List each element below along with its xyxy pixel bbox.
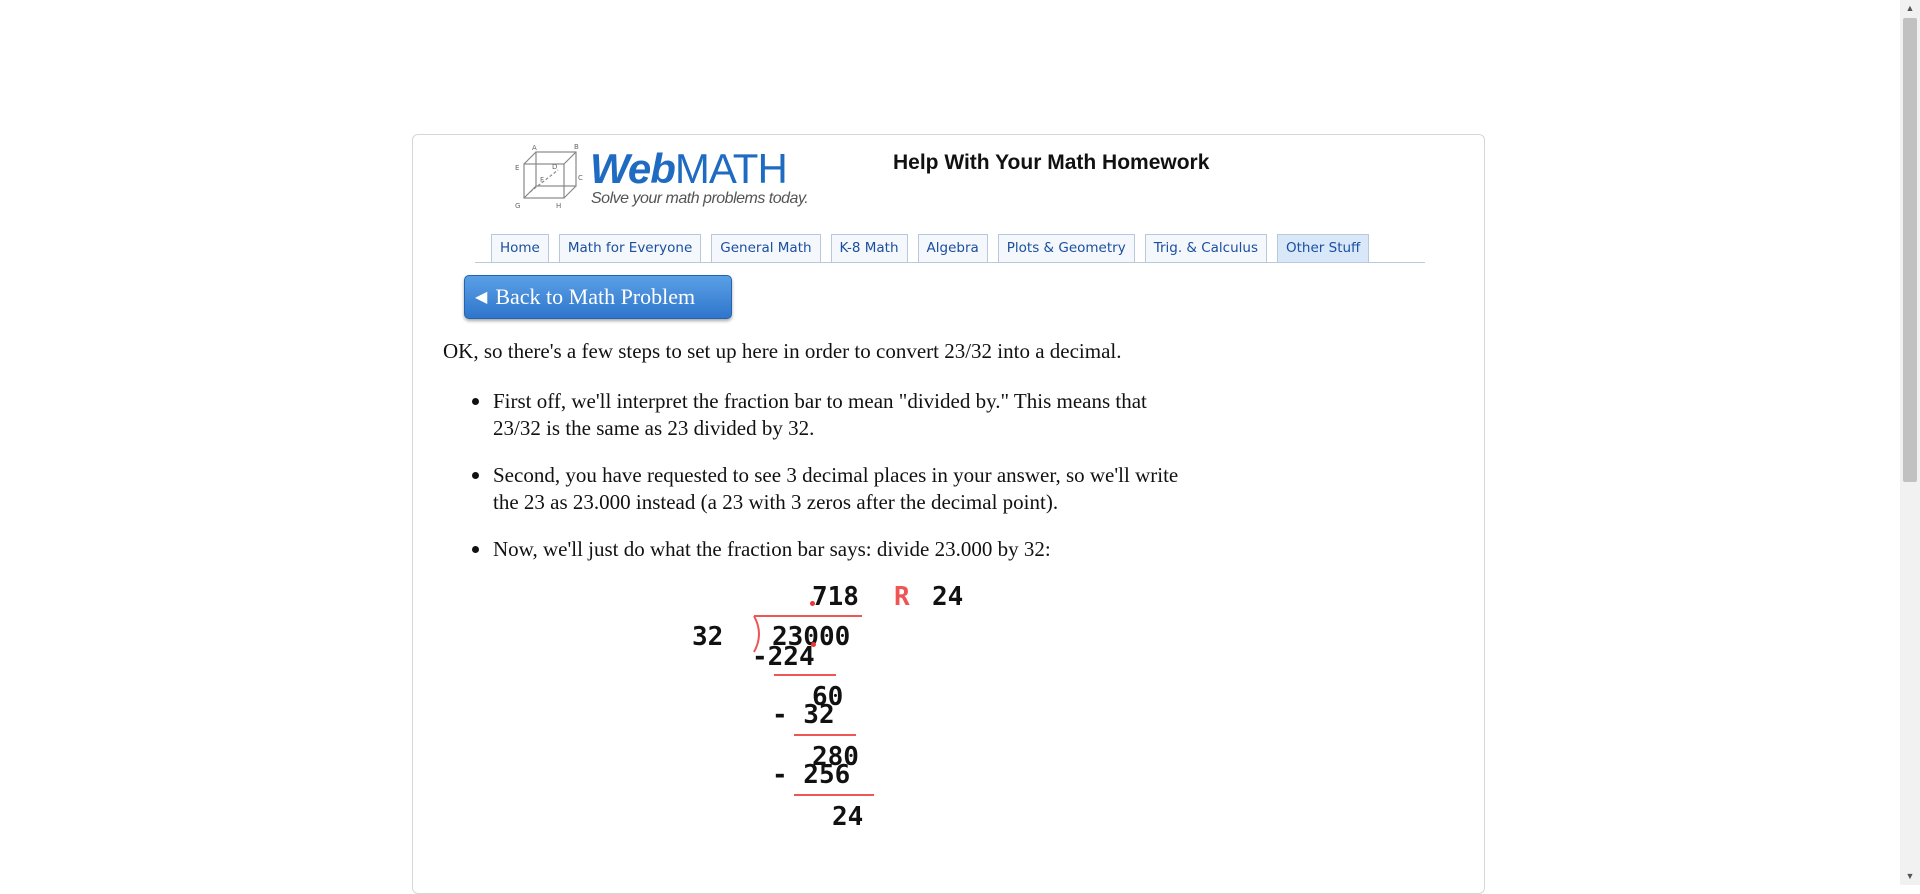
tab-home[interactable]: Home <box>491 234 549 262</box>
tab-general-math[interactable]: General Math <box>711 234 821 262</box>
list-item: First off, we'll interpret the fraction … <box>443 388 1243 441</box>
step-line: Now, we'll just do what the fraction bar… <box>493 537 1051 561</box>
quotient-remainder: 24 <box>932 582 964 612</box>
bullet-icon <box>472 398 479 405</box>
subtract-step-2: - 32 <box>772 700 835 730</box>
rule-line <box>774 674 836 676</box>
tab-math-for-everyone[interactable]: Math for Everyone <box>558 234 702 262</box>
cube-label: E <box>515 164 519 172</box>
scroll-up-arrow-icon[interactable]: ▲ <box>1900 0 1920 17</box>
back-to-problem-button[interactable]: ◀ Back to Math Problem <box>464 275 732 319</box>
vertical-scrollbar[interactable]: ▲ ▼ <box>1900 0 1920 885</box>
bullet-icon <box>472 472 479 479</box>
cube-label: D <box>552 163 557 171</box>
bullet-icon <box>472 546 479 553</box>
steps-list: First off, we'll interpret the fraction … <box>443 388 1243 584</box>
step-line: the 23 as 23.000 instead (a 23 with 3 ze… <box>493 489 1059 514</box>
cube-label: A <box>532 144 537 152</box>
tab-other-stuff[interactable]: Other Stuff <box>1277 234 1370 262</box>
step-line: Second, you have requested to see 3 deci… <box>493 463 1179 487</box>
cube-label: C <box>578 174 583 182</box>
step-line: 23/32 is the same as 23 divided by 32. <box>493 415 815 440</box>
step-line: First off, we'll interpret the fraction … <box>493 389 1147 413</box>
tab-plots-geometry[interactable]: Plots & Geometry <box>997 234 1135 262</box>
rule-line <box>794 734 856 736</box>
list-item: Now, we'll just do what the fraction bar… <box>443 536 1243 563</box>
subtract-step-1: -224 <box>752 642 815 672</box>
tab-trig-calculus[interactable]: Trig. & Calculus <box>1144 234 1267 262</box>
divisor: 32 <box>692 622 724 652</box>
cube-label: G <box>515 202 520 210</box>
rule-line <box>794 794 874 796</box>
subtract-step-3: - 256 <box>772 760 851 790</box>
cube-label: H <box>556 202 561 210</box>
tab-k8-math[interactable]: K-8 Math <box>830 234 908 262</box>
intro-text: OK, so there's a few steps to set up her… <box>443 339 1122 363</box>
quotient: 718 <box>812 582 859 612</box>
final-remainder: 24 <box>832 802 864 832</box>
list-item: Second, you have requested to see 3 deci… <box>443 462 1243 515</box>
tab-algebra[interactable]: Algebra <box>917 234 988 262</box>
left-triangle-icon: ◀ <box>475 289 488 306</box>
long-division: 718 R 24 32 23000 -224 60 - 32 280 - 256… <box>690 580 1010 840</box>
remainder-mark: R <box>894 582 910 612</box>
scroll-thumb[interactable] <box>1903 18 1917 482</box>
scroll-down-arrow-icon[interactable]: ▼ <box>1900 868 1920 885</box>
logo-math: MATH <box>674 145 788 192</box>
logo-tagline: Solve your math problems today. <box>591 190 809 207</box>
page-title: Help With Your Math Homework <box>893 151 1210 174</box>
webmath-logo[interactable]: WebMATH <box>590 145 788 192</box>
logo-web: Web <box>590 145 676 192</box>
cube-label: B <box>574 144 579 151</box>
cube-label: F <box>540 176 544 184</box>
nav-underline <box>475 262 1425 263</box>
back-button-label: Back to Math Problem <box>495 284 696 309</box>
main-nav: Home Math for Everyone General Math K-8 … <box>491 234 1370 262</box>
